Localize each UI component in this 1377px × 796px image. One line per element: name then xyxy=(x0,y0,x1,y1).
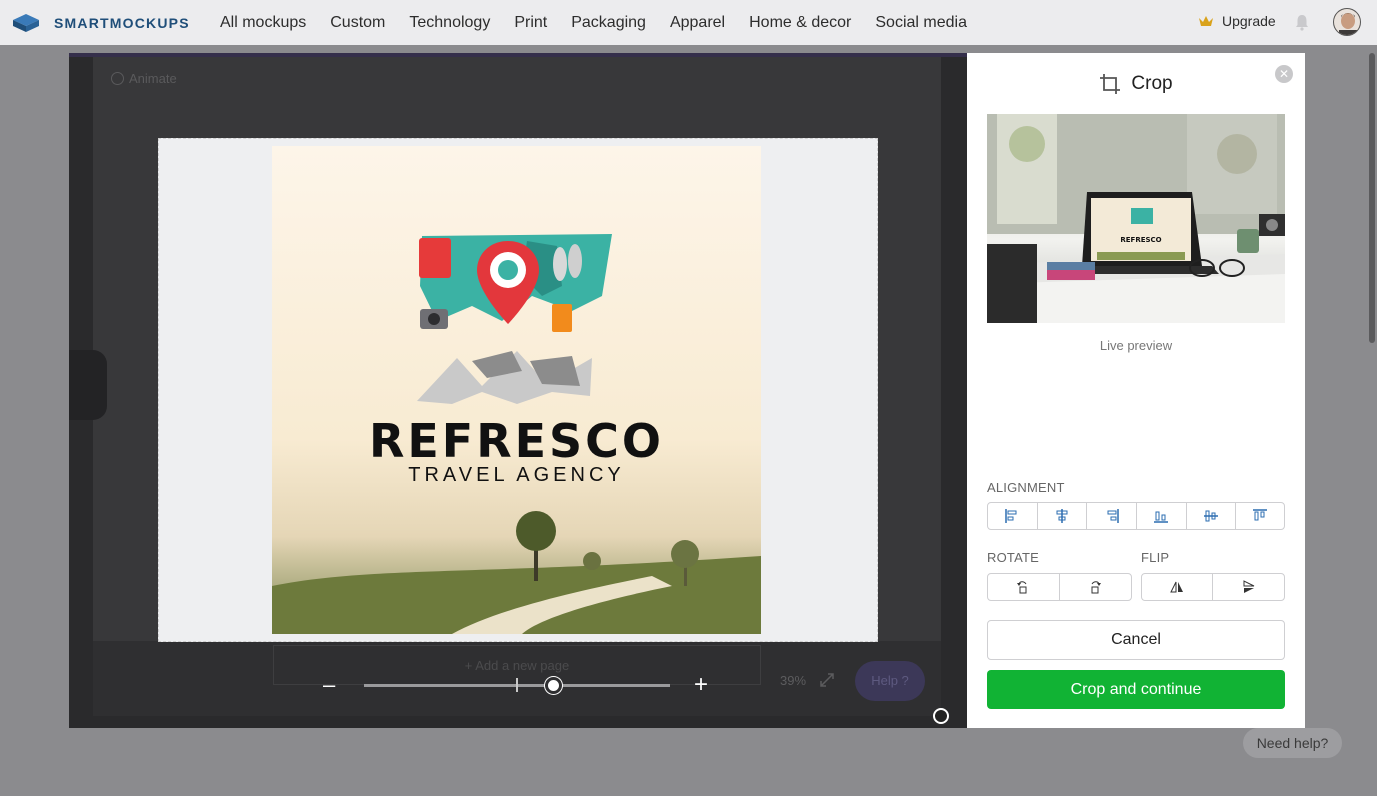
close-icon[interactable]: ✕ xyxy=(1275,65,1293,83)
resize-handle[interactable] xyxy=(933,708,949,724)
align-left-icon xyxy=(1005,509,1017,523)
rotate-left-icon xyxy=(1017,581,1027,594)
alignment-button-group xyxy=(987,502,1285,530)
nav-social-media[interactable]: Social media xyxy=(875,14,967,32)
top-navigation-bar: SMARTMOCKUPS All mockups Custom Technolo… xyxy=(0,0,1377,45)
main-nav: All mockups Custom Technology Print Pack… xyxy=(208,0,979,45)
zoom-control: – + xyxy=(310,673,722,699)
upgrade-label: Upgrade xyxy=(1222,13,1276,29)
align-center-horizontal-button[interactable] xyxy=(1038,503,1088,529)
flip-horizontal-button[interactable] xyxy=(1142,574,1213,600)
align-right-icon xyxy=(1107,509,1119,523)
crop-panel-header: Crop xyxy=(967,71,1305,97)
design-subtitle: TRAVEL AGENCY xyxy=(408,464,625,486)
flip-vertical-icon xyxy=(1243,580,1254,593)
flip-horizontal-icon xyxy=(1170,581,1183,593)
cancel-button[interactable]: Cancel xyxy=(987,620,1285,660)
brand-logo[interactable]: SMARTMOCKUPS xyxy=(12,12,190,34)
collapse-sidebar-tab[interactable] xyxy=(69,350,107,420)
rotate-left-button[interactable] xyxy=(988,574,1060,600)
rotate-label: ROTATE xyxy=(987,550,1039,565)
tablet-mockup-scene: REFRESCO xyxy=(987,114,1285,323)
align-center-horizontal-icon xyxy=(1056,509,1068,523)
nav-custom[interactable]: Custom xyxy=(330,14,385,32)
flip-vertical-button[interactable] xyxy=(1213,574,1284,600)
nav-print[interactable]: Print xyxy=(514,14,547,32)
zoom-slider-handle[interactable] xyxy=(545,677,563,694)
crop-canvas[interactable]: REFRESCO TRAVEL AGENCY xyxy=(158,138,878,642)
page-scrollbar[interactable] xyxy=(1367,45,1377,796)
svg-text:REFRESCO: REFRESCO xyxy=(1120,236,1161,244)
align-top-icon xyxy=(1253,509,1268,521)
nav-packaging[interactable]: Packaging xyxy=(571,14,646,32)
user-avatar[interactable] xyxy=(1333,8,1361,36)
align-middle-vertical-icon xyxy=(1204,510,1219,522)
zoom-percentage: 39% xyxy=(780,673,807,688)
nav-technology[interactable]: Technology xyxy=(409,14,490,32)
need-help-button[interactable]: Need help? xyxy=(1243,728,1342,758)
align-bottom-button[interactable] xyxy=(1137,503,1187,529)
crop-and-continue-button[interactable]: Crop and continue xyxy=(987,670,1285,709)
align-right-button[interactable] xyxy=(1087,503,1138,529)
animate-button[interactable]: Animate xyxy=(111,71,177,86)
crown-icon xyxy=(1199,16,1213,26)
align-middle-vertical-button[interactable] xyxy=(1187,503,1237,529)
align-top-button[interactable] xyxy=(1236,503,1284,529)
crop-panel: Crop ✕ REFRESCO Live preview ALIGNMENT R… xyxy=(967,53,1305,728)
bell-icon[interactable] xyxy=(1294,13,1310,31)
design-artwork: REFRESCO TRAVEL AGENCY xyxy=(272,146,761,634)
zoom-slider-tick xyxy=(516,678,518,692)
rotate-button-group xyxy=(987,573,1132,601)
zoom-out-icon[interactable]: – xyxy=(323,673,335,697)
design-title: REFRESCO xyxy=(368,414,665,468)
crop-panel-title: Crop xyxy=(1131,73,1173,94)
smartmockups-logo-icon xyxy=(13,14,39,32)
nav-all-mockups[interactable]: All mockups xyxy=(220,14,306,32)
rotate-right-icon xyxy=(1091,581,1102,594)
avatar-portrait-icon xyxy=(1334,9,1360,35)
zoom-in-icon[interactable]: + xyxy=(694,673,708,697)
alignment-label: ALIGNMENT xyxy=(987,480,1065,495)
help-chat-button[interactable]: Help ? xyxy=(855,661,925,701)
scrollbar-thumb[interactable] xyxy=(1369,53,1375,343)
align-bottom-icon xyxy=(1154,511,1169,523)
align-left-button[interactable] xyxy=(988,503,1038,529)
crop-icon xyxy=(1100,74,1121,94)
fullscreen-icon[interactable] xyxy=(819,672,835,688)
flip-button-group xyxy=(1141,573,1285,601)
animate-icon xyxy=(111,72,124,85)
live-preview-label: Live preview xyxy=(1099,338,1173,353)
rotate-right-button[interactable] xyxy=(1060,574,1132,600)
brand-name: SMARTMOCKUPS xyxy=(54,15,190,31)
live-preview-image: REFRESCO xyxy=(987,114,1285,323)
nav-apparel[interactable]: Apparel xyxy=(670,14,725,32)
travel-logo-illustration xyxy=(272,234,761,634)
flip-label: FLIP xyxy=(1141,550,1170,565)
upgrade-button[interactable]: Upgrade xyxy=(1198,13,1276,29)
animate-label: Animate xyxy=(129,71,177,86)
nav-home-decor[interactable]: Home & decor xyxy=(749,14,851,32)
